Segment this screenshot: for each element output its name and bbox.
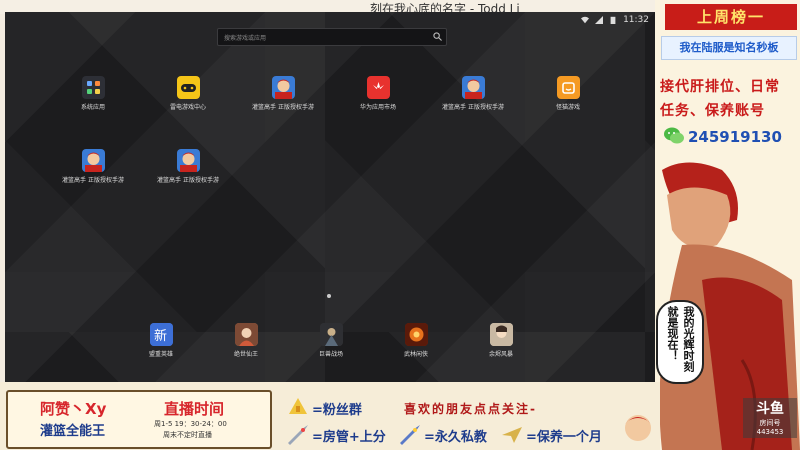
gamepad-icon (176, 76, 200, 99)
battery-icon (610, 16, 616, 24)
game-icon (234, 323, 258, 346)
app-label: 巨兽战场 (318, 351, 343, 358)
plane-icon (502, 427, 522, 443)
streamer-title: 灌篮全能王 (40, 424, 106, 439)
app-label: 怪猫游戏 (555, 104, 580, 111)
game-icon (404, 323, 428, 346)
clock-text: 11:32 (623, 15, 649, 25)
search-input[interactable] (222, 29, 426, 47)
app-label: 系统应用 (80, 104, 105, 111)
room-number: 443453 (756, 428, 784, 436)
contact-number: 245919130 (688, 128, 782, 146)
last-week-top-title: 上周榜一 (665, 4, 797, 30)
dock-app-1[interactable]: 新 盟重英雄 (116, 323, 206, 358)
search-icon[interactable] (433, 32, 442, 41)
grid-icon (81, 76, 105, 99)
app-label: 盟重英雄 (148, 351, 173, 358)
android-status-bar: 11:32 (581, 15, 649, 25)
app-slamdunk-1[interactable]: 灌篮高手 正版授权手游 (238, 76, 328, 111)
admin-reward-text: =房管+上分 (312, 430, 386, 445)
slamdunk-icon (81, 149, 105, 172)
slamdunk-icon (461, 76, 485, 99)
app-system-apps[interactable]: 系统应用 (48, 76, 138, 111)
dock-app-3[interactable]: 巨兽战场 (286, 323, 376, 358)
wechat-icon (664, 127, 684, 144)
dock-app-4[interactable]: 武林闲侠 (371, 323, 461, 358)
service-line-1: 接代肝排位、日常 (660, 79, 780, 95)
schedule-weekday: 周1-5 19：30-24：00 (154, 420, 227, 428)
app-label: 华为应用市场 (359, 104, 396, 111)
schedule-weekend: 周末不定时直播 (163, 431, 212, 439)
follow-text: 喜欢的朋友点点关注- (404, 402, 537, 416)
bubble-text-1: 我的光辉时刻 (682, 306, 695, 372)
app-game-center[interactable]: 雷电游戏中心 (143, 76, 233, 111)
app-label: 雷电游戏中心 (169, 104, 206, 111)
app-guaimao-games[interactable]: 怪猫游戏 (523, 76, 613, 111)
fan-badge-icon (289, 398, 307, 414)
emulator-screen: 11:32 系统应用 雷电游戏中心 灌篮高手 正版授权手游 (5, 12, 655, 382)
bubble-text-2: 就是现在！ (666, 306, 679, 361)
app-label: 余烬风暴 (488, 351, 513, 358)
signal-icon (595, 16, 604, 24)
app-label: 灌篮高手 正版授权手游 (62, 177, 124, 184)
app-label: 灌篮高手 正版授权手游 (157, 177, 219, 184)
streamer-name: 阿赞丶Xy (40, 400, 107, 418)
speech-bubble: 我的光辉时刻 就是现在！ (656, 300, 704, 384)
side-subtitle: 我在陆服是知名秒板 (661, 36, 797, 60)
slamdunk-icon (176, 149, 200, 172)
maintenance-text: =保养一个月 (526, 430, 602, 445)
stream-frame: 刻在我心底的名字 - Todd Li 11:32 系统应用 雷电游戏中心 (0, 0, 800, 450)
svg-text:新: 新 (154, 328, 167, 344)
app-huawei-market[interactable]: 华为应用市场 (333, 76, 423, 111)
app-slamdunk-2[interactable]: 灌篮高手 正版授权手游 (428, 76, 518, 111)
cat-icon (556, 76, 580, 99)
search-box[interactable] (217, 28, 447, 47)
dock-app-5[interactable]: 余烬风暴 (456, 323, 546, 358)
logo-text: 斗鱼 (756, 401, 784, 417)
app-label: 武林闲侠 (403, 351, 428, 358)
room-label: 房间号 (759, 419, 781, 427)
game-icon (319, 323, 343, 346)
app-slamdunk-3[interactable]: 灌篮高手 正版授权手游 (48, 149, 138, 184)
app-label: 灌篮高手 正版授权手游 (252, 104, 314, 111)
page-indicator-dot (327, 294, 331, 298)
app-label: 绝世仙王 (233, 351, 258, 358)
app-label: 灌篮高手 正版授权手游 (442, 104, 504, 111)
slamdunk-icon (271, 76, 295, 99)
fan-group-text: =粉丝群 (312, 403, 362, 418)
mini-character-icon (625, 415, 651, 441)
huawei-icon (366, 76, 390, 99)
game-icon (489, 323, 513, 346)
game-icon: 新 (149, 323, 173, 346)
rocket-icon-2 (400, 425, 420, 445)
dock-app-2[interactable]: 绝世仙王 (201, 323, 291, 358)
wifi-icon (581, 16, 590, 24)
app-slamdunk-4[interactable]: 灌篮高手 正版授权手游 (143, 149, 233, 184)
rocket-icon (288, 425, 308, 445)
live-time-label: 直播时间 (164, 400, 225, 418)
service-line-2: 任务、保养账号 (660, 103, 765, 119)
private-coach-text: =永久私教 (424, 430, 487, 445)
douyu-logo: 斗鱼 房间号 443453 (743, 398, 797, 438)
